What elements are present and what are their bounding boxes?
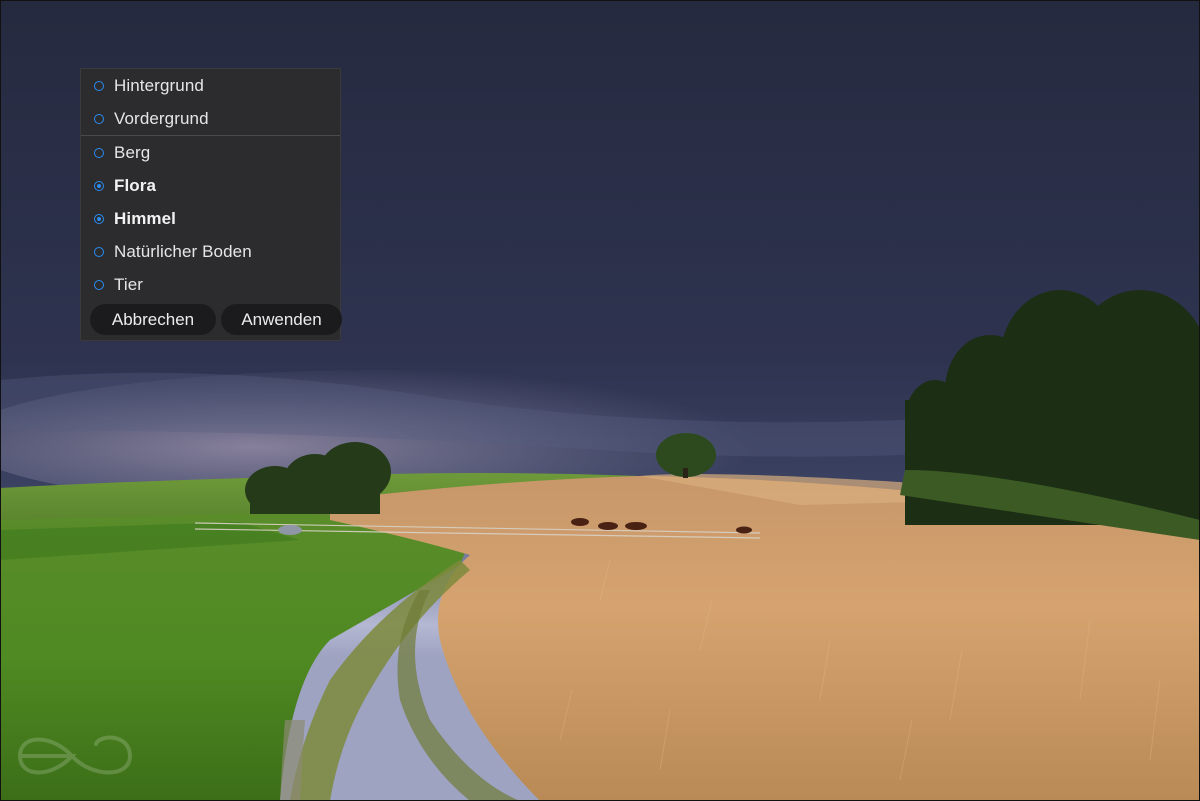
option-label: Vordergrund [114, 109, 209, 128]
radio-icon[interactable] [94, 147, 104, 158]
radio-icon[interactable] [94, 180, 104, 191]
option-tier[interactable]: Tier [81, 268, 340, 301]
option-hintergrund[interactable]: Hintergrund [81, 69, 340, 102]
radio-icon[interactable] [94, 80, 104, 91]
option-label: Hintergrund [114, 76, 204, 95]
cancel-button[interactable]: Abbrechen [90, 304, 216, 335]
radio-icon[interactable] [94, 113, 104, 124]
mask-group-content: Berg Flora Himmel Natürlicher Boden Tier [81, 136, 340, 301]
option-label: Berg [114, 143, 151, 162]
radio-icon[interactable] [94, 213, 104, 224]
option-flora[interactable]: Flora [81, 169, 340, 202]
option-label: Tier [114, 275, 144, 294]
mask-selection-panel: Hintergrund Vordergrund Berg Flora Himme… [80, 68, 342, 341]
option-label: Himmel [114, 209, 177, 228]
option-natuerlicher-boden[interactable]: Natürlicher Boden [81, 235, 340, 268]
option-label: Flora [114, 176, 157, 195]
apply-button[interactable]: Anwenden [221, 304, 342, 335]
infinity-logo-icon [17, 735, 133, 775]
option-vordergrund[interactable]: Vordergrund [81, 102, 340, 135]
option-berg[interactable]: Berg [81, 136, 340, 169]
option-himmel[interactable]: Himmel [81, 202, 340, 235]
option-label: Natürlicher Boden [114, 242, 252, 261]
panel-actions: Abbrechen Anwenden [90, 304, 342, 335]
radio-icon[interactable] [94, 279, 104, 290]
mask-group-general: Hintergrund Vordergrund [81, 69, 340, 136]
radio-icon[interactable] [94, 246, 104, 257]
